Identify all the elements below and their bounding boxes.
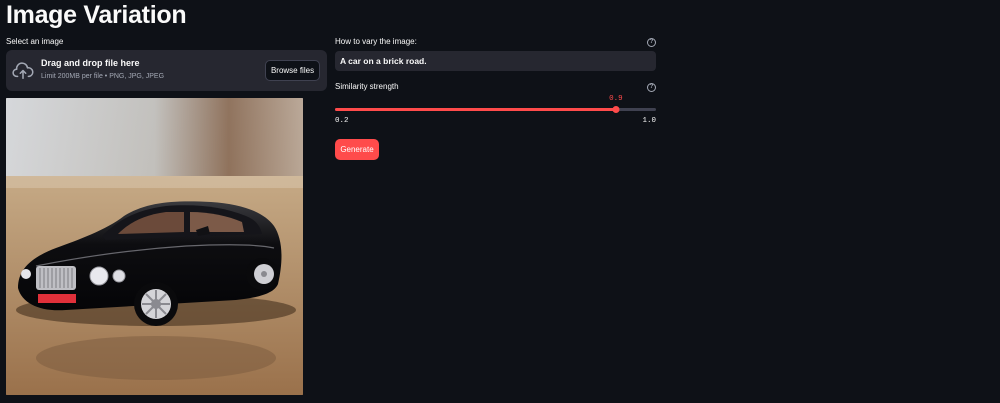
slider-label: Similarity strength bbox=[335, 82, 399, 91]
car-photo bbox=[6, 98, 303, 395]
help-icon[interactable]: ? bbox=[647, 37, 656, 47]
dropzone-limit: Limit 200MB per file • PNG, JPG, JPEG bbox=[41, 73, 165, 80]
prompt-input[interactable]: A car on a brick road. bbox=[335, 51, 656, 71]
slider-current-value: 0.9 bbox=[609, 95, 623, 103]
similarity-slider[interactable]: 0.9 0.2 1.0 bbox=[335, 95, 656, 125]
app-page: Image Variation Select an image Drag and… bbox=[0, 0, 1000, 403]
slider-min-label: 0.2 bbox=[335, 117, 349, 125]
prompt-label: How to vary the image: bbox=[335, 37, 417, 46]
controls-section: How to vary the image: ? A car on a bric… bbox=[335, 36, 656, 160]
help-icon[interactable]: ? bbox=[647, 82, 656, 92]
file-dropzone[interactable]: Drag and drop file here Limit 200MB per … bbox=[6, 50, 327, 91]
slider-track[interactable] bbox=[335, 108, 656, 111]
cloud-upload-icon bbox=[12, 62, 34, 79]
slider-thumb[interactable] bbox=[612, 106, 620, 113]
generate-button[interactable]: Generate bbox=[335, 139, 379, 160]
uploader-label: Select an image bbox=[6, 37, 64, 46]
browse-files-button[interactable]: Browse files bbox=[265, 60, 320, 81]
page-title: Image Variation bbox=[6, 1, 187, 29]
slider-track-fill bbox=[335, 108, 616, 111]
uploaded-image-preview bbox=[6, 98, 303, 395]
upload-section: Select an image Drag and drop file here … bbox=[6, 36, 327, 91]
slider-max-label: 1.0 bbox=[642, 117, 656, 125]
dropzone-title: Drag and drop file here bbox=[41, 58, 140, 68]
